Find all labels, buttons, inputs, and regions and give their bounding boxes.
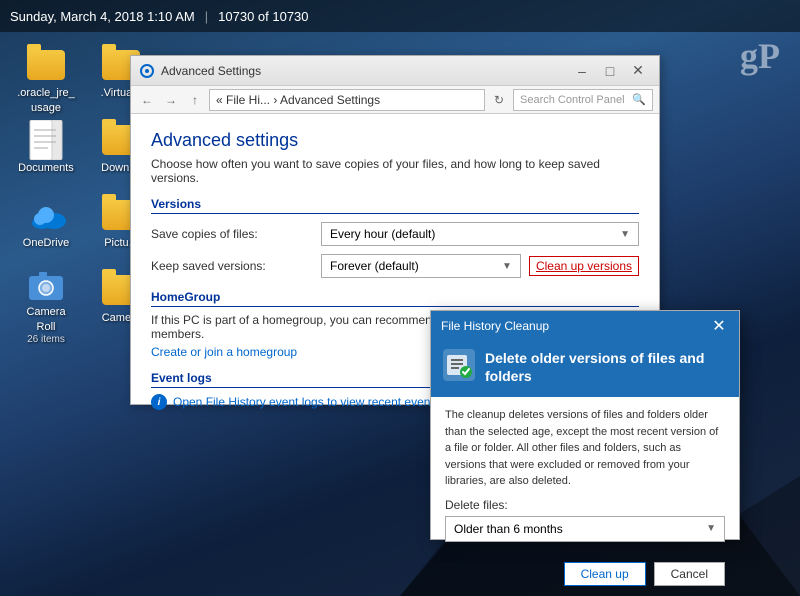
- dialog-title: File History Cleanup: [441, 319, 709, 333]
- desktop-icon-camera-roll[interactable]: Camera Roll 26 items: [10, 270, 82, 345]
- watermark: gP: [740, 35, 780, 77]
- cleanup-button[interactable]: Clean up: [564, 562, 646, 586]
- close-button[interactable]: ✕: [625, 60, 651, 82]
- breadcrumb[interactable]: « File Hi... › Advanced Settings: [209, 89, 485, 111]
- oracle-label: .oracle_jre_: [17, 87, 74, 100]
- save-copies-value: Every hour (default): [330, 227, 435, 241]
- dialog-buttons: Clean up Cancel: [431, 562, 739, 596]
- desktop: Sunday, March 4, 2018 1:10 AM | 10730 of…: [0, 0, 800, 596]
- documents-icon: [26, 120, 66, 160]
- dialog-close-button[interactable]: ✕: [709, 316, 729, 336]
- window-controls: – □ ✕: [569, 60, 651, 82]
- delete-files-dropdown[interactable]: Older than 6 months ▼: [445, 516, 725, 542]
- save-copies-dropdown[interactable]: Every hour (default) ▼: [321, 222, 639, 246]
- documents-label: Documents: [18, 162, 74, 175]
- camera-roll-count: 26 items: [27, 334, 65, 345]
- onedrive-label: OneDrive: [23, 237, 69, 250]
- taskbar: Sunday, March 4, 2018 1:10 AM | 10730 of…: [0, 0, 800, 32]
- search-placeholder: Search Control Panel: [520, 94, 625, 106]
- dialog-header-title: Delete older versions of files and folde…: [485, 349, 727, 385]
- dialog-header-icon: [443, 349, 475, 381]
- taskbar-divider: |: [205, 9, 208, 24]
- window-title: Advanced Settings: [161, 64, 569, 78]
- info-icon: i: [151, 394, 167, 410]
- back-button[interactable]: ←: [137, 90, 157, 110]
- save-copies-label: Save copies of files:: [151, 227, 321, 241]
- keep-versions-row: Keep saved versions: Forever (default) ▼…: [151, 254, 639, 278]
- oracle-label2: usage: [31, 102, 61, 115]
- homegroup-link[interactable]: Create or join a homegroup: [151, 345, 297, 359]
- delete-files-label: Delete files:: [445, 498, 725, 512]
- minimize-button[interactable]: –: [569, 60, 595, 82]
- desktop-icon-onedrive[interactable]: OneDrive: [10, 195, 82, 270]
- dialog-description: The cleanup deletes versions of files an…: [445, 407, 725, 490]
- taskbar-count: 10730 of 10730: [218, 9, 308, 24]
- save-copies-arrow: ▼: [620, 229, 630, 240]
- dialog-header: Delete older versions of files and folde…: [431, 341, 739, 397]
- maximize-button[interactable]: □: [597, 60, 623, 82]
- dialog-titlebar: File History Cleanup ✕: [431, 311, 739, 341]
- camera-roll-icon: [26, 270, 66, 304]
- camera-roll-label: Camera: [26, 306, 65, 319]
- advanced-title: Advanced settings: [151, 130, 639, 151]
- address-bar: ← → ↑ « File Hi... › Advanced Settings ↻…: [131, 86, 659, 114]
- desktop-icon-documents[interactable]: Documents: [10, 120, 82, 195]
- search-box[interactable]: Search Control Panel 🔍: [513, 89, 653, 111]
- delete-files-arrow: ▼: [706, 523, 716, 534]
- cleanup-versions-link[interactable]: Clean up versions: [529, 256, 639, 276]
- versions-section-header: Versions: [151, 197, 639, 214]
- keep-versions-dropdown[interactable]: Forever (default) ▼: [321, 254, 521, 278]
- advanced-description: Choose how often you want to save copies…: [151, 157, 639, 185]
- forward-button[interactable]: →: [161, 90, 181, 110]
- up-button[interactable]: ↑: [185, 90, 205, 110]
- keep-versions-value: Forever (default): [330, 259, 419, 273]
- onedrive-icon: [26, 195, 66, 235]
- window-titlebar: Advanced Settings – □ ✕: [131, 56, 659, 86]
- dialog-body: The cleanup deletes versions of files an…: [431, 397, 739, 562]
- desktop-icon-oracle[interactable]: .oracle_jre_ usage: [10, 45, 82, 120]
- refresh-button[interactable]: ↻: [489, 90, 509, 110]
- keep-versions-label: Keep saved versions:: [151, 259, 321, 273]
- keep-versions-arrow: ▼: [502, 261, 512, 272]
- delete-files-value: Older than 6 months: [454, 522, 563, 536]
- cancel-button[interactable]: Cancel: [654, 562, 725, 586]
- event-logs-link[interactable]: Open File History event logs to view rec…: [173, 395, 474, 409]
- file-history-cleanup-dialog: File History Cleanup ✕ Delete older vers…: [430, 310, 740, 540]
- camera-roll-label2: Roll: [37, 321, 56, 334]
- search-icon: 🔍: [632, 93, 646, 106]
- oracle-folder-icon: [26, 45, 66, 85]
- save-copies-row: Save copies of files: Every hour (defaul…: [151, 222, 639, 246]
- taskbar-datetime: Sunday, March 4, 2018 1:10 AM: [10, 9, 195, 24]
- settings-titlebar-icon: [139, 63, 155, 79]
- homegroup-header: HomeGroup: [151, 290, 639, 307]
